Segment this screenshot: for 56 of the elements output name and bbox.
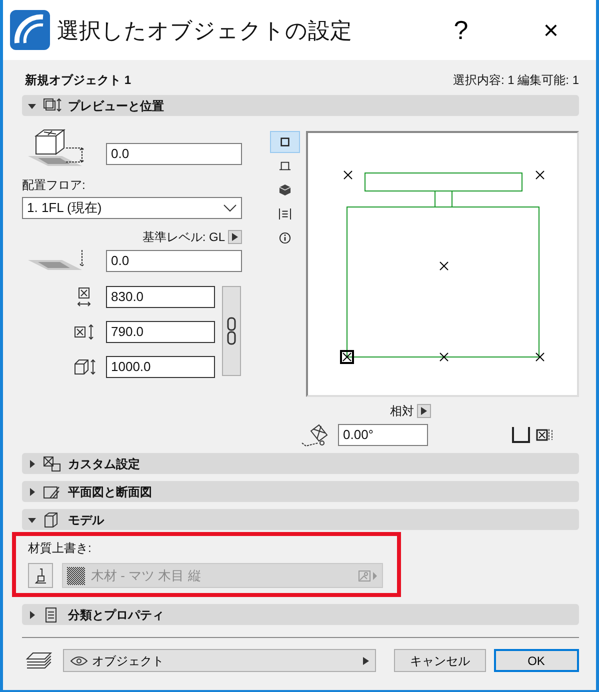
height-field[interactable]: 1000.0: [106, 356, 215, 378]
elevation-field[interactable]: 0.0: [106, 143, 242, 165]
layer-dropdown[interactable]: オブジェクト: [62, 649, 376, 672]
section-header[interactable]: プレビューと位置: [22, 95, 579, 116]
texture-swatch-icon: [67, 566, 85, 584]
height-icon: [74, 357, 98, 377]
selection-info: 選択内容: 1 編集可能: 1: [452, 72, 579, 89]
app-logo-icon: [9, 9, 51, 51]
caret-down-icon: [28, 516, 36, 524]
elevation-icon: [279, 160, 291, 172]
paint-brush-button[interactable]: [28, 563, 53, 588]
width-field[interactable]: 830.0: [106, 286, 215, 308]
relative-button[interactable]: [417, 404, 431, 418]
section-header[interactable]: カスタム設定: [22, 453, 579, 474]
caret-right-icon: [28, 488, 36, 496]
rotation-angle-icon: [300, 423, 330, 447]
chevron-down-icon: [223, 204, 237, 212]
anchor-point-icon[interactable]: [536, 428, 554, 442]
preview-icon: [42, 96, 62, 114]
offset-field[interactable]: 0.0: [106, 250, 242, 272]
caret-right-icon: [28, 610, 36, 618]
caret-right-icon: [232, 233, 238, 241]
ok-button[interactable]: OK: [494, 649, 580, 672]
caret-right-icon: [363, 656, 370, 664]
depth-field[interactable]: 790.0: [106, 321, 215, 343]
floor-dropdown[interactable]: 1. 1FL (現在): [22, 197, 242, 219]
relative-label: 相対: [390, 403, 414, 420]
angle-field[interactable]: 0.00°: [338, 424, 428, 446]
help-button[interactable]: ?: [416, 10, 506, 50]
cube-icon: [279, 184, 291, 196]
section-header[interactable]: モデル: [22, 509, 579, 530]
close-button[interactable]: ×: [506, 10, 596, 50]
anchor-bottom-icon[interactable]: [512, 427, 530, 443]
caret-right-icon: [421, 407, 427, 415]
caret-right-icon: [28, 460, 36, 468]
image-icon: [358, 570, 378, 582]
material-label: 材質上書き:: [28, 540, 92, 557]
info-icon: [279, 232, 291, 244]
link-button[interactable]: [222, 286, 241, 376]
caret-down-icon: [28, 102, 36, 110]
reference-level-label: 基準レベル: GL: [142, 229, 225, 246]
layers-icon: [25, 650, 53, 670]
floor-label: 配置フロア:: [22, 177, 86, 194]
film-icon: [279, 208, 291, 220]
window-title: 選択したオブジェクトの設定: [57, 16, 353, 44]
section-header[interactable]: 平面図と断面図: [22, 481, 579, 502]
chain-link-icon: [227, 317, 236, 345]
object-name: 新規オブジェクト 1: [25, 72, 132, 89]
custom-settings-icon: [42, 454, 62, 472]
cancel-button[interactable]: キャンセル: [394, 649, 486, 672]
reference-level-button[interactable]: [228, 230, 242, 244]
plan-view-button[interactable]: [270, 131, 300, 153]
square-icon: [279, 136, 291, 148]
paint-brush-icon: [34, 568, 46, 584]
eye-icon: [70, 656, 88, 666]
section-header[interactable]: 分類とプロパティ: [22, 604, 579, 625]
